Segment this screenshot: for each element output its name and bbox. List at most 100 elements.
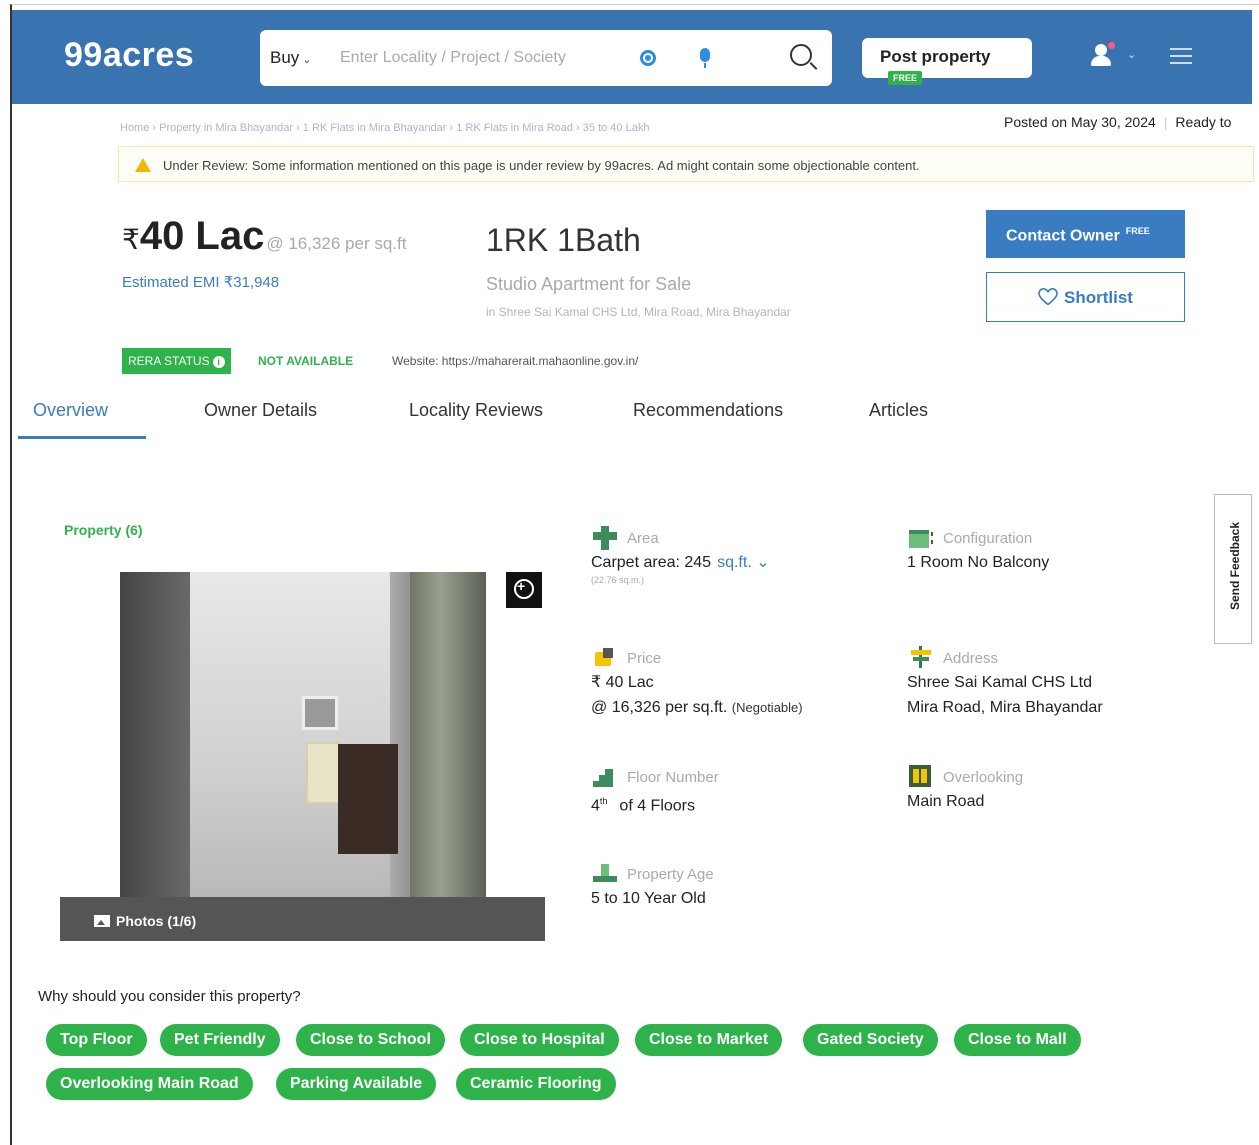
address-label: Address bbox=[943, 650, 999, 667]
property-age-value: 5 to 10 Year Old bbox=[591, 890, 706, 907]
rera-status: NOT AVAILABLE bbox=[258, 354, 354, 368]
info-icon[interactable]: i bbox=[212, 356, 225, 368]
rera-website[interactable]: Website: https://maharerait.mahaonline.g… bbox=[392, 354, 638, 368]
property-photo-count[interactable]: Property (6) bbox=[64, 522, 143, 538]
address-line2: Mira Road, Mira Bhayandar bbox=[907, 699, 1103, 716]
floor-icon bbox=[593, 769, 613, 787]
highlight-chip: Close to School bbox=[296, 1024, 445, 1056]
breadcrumb[interactable]: Home › Property in Mira Bhayandar › 1 RK… bbox=[120, 122, 649, 134]
highlight-chip: Pet Friendly bbox=[160, 1024, 280, 1056]
shortlist-button[interactable]: Shortlist bbox=[986, 272, 1185, 322]
area-value: Carpet area: 245 sq.ft. ⌄ bbox=[591, 550, 770, 575]
detail-overlooking: Overlooking Main Road bbox=[907, 765, 1024, 814]
configuration-title: 1RK 1Bath bbox=[486, 222, 641, 258]
contact-owner-button[interactable]: Contact Owner FREE bbox=[986, 210, 1185, 258]
chevron-down-icon: ⌄ bbox=[302, 54, 312, 66]
price-value: 40 Lac bbox=[139, 214, 265, 258]
post-property-button[interactable]: Post property FREE bbox=[862, 38, 1032, 85]
warning-icon bbox=[135, 158, 151, 172]
image-icon bbox=[94, 915, 110, 927]
highlight-chip: Parking Available bbox=[276, 1068, 437, 1100]
area-unit: sq.ft. bbox=[717, 554, 752, 571]
tab-overview[interactable]: Overview bbox=[33, 400, 108, 421]
detail-floor: Floor Number 4th of 4 Floors bbox=[591, 769, 719, 818]
rera-label: RERA STATUS bbox=[128, 354, 210, 368]
area-unit-dropdown[interactable]: sq.ft. ⌄ bbox=[717, 554, 770, 571]
top-header: 99acres Buy⌄ Post propertyFREE ⌄ bbox=[12, 10, 1252, 104]
detail-property-age: Property Age 5 to 10 Year Old bbox=[591, 864, 714, 911]
window-icon bbox=[909, 765, 931, 787]
price-block: ₹40 Lac @ 16,326 per sq.ft bbox=[122, 214, 406, 259]
tab-owner-details[interactable]: Owner Details bbox=[204, 400, 317, 421]
highlight-chip: Ceramic Flooring bbox=[456, 1068, 616, 1100]
notification-dot-icon bbox=[1108, 42, 1115, 49]
posted-date: Posted on May 30, 2024 bbox=[1004, 114, 1156, 130]
detail-price: Price ₹ 40 Lac @ 16,326 per sq.ft. (Nego… bbox=[591, 648, 803, 720]
configuration-label: Configuration bbox=[943, 530, 1033, 547]
active-tab-indicator bbox=[18, 436, 146, 439]
overlooking-value: Main Road bbox=[907, 793, 985, 810]
highlight-chip: Gated Society bbox=[803, 1024, 938, 1056]
tab-recommendations[interactable]: Recommendations bbox=[633, 400, 783, 421]
location-icon[interactable] bbox=[640, 50, 656, 66]
free-badge: FREE bbox=[888, 70, 923, 85]
photos-caption: Photos (1/6) bbox=[94, 913, 196, 929]
photos-label: Photos (1/6) bbox=[116, 913, 197, 929]
floor-label: Floor Number bbox=[627, 769, 719, 786]
photos-bar[interactable]: Photos (1/6) bbox=[60, 897, 545, 941]
address-line1: Shree Sai Kamal CHS Ltd bbox=[907, 674, 1092, 691]
price-detail-value: ₹ 40 Lac bbox=[591, 674, 654, 691]
highlight-chip: Top Floor bbox=[46, 1024, 147, 1056]
user-chevron-icon[interactable]: ⌄ bbox=[1127, 48, 1136, 61]
search-icon[interactable] bbox=[790, 44, 812, 66]
overlooking-label: Overlooking bbox=[943, 769, 1024, 786]
price-detail-psf: @ 16,326 per sq.ft. (Negotiable) bbox=[591, 695, 803, 720]
price-psf: @ 16,326 per sq.ft. bbox=[591, 699, 728, 716]
highlights-title: Why should you consider this property? bbox=[38, 988, 301, 1005]
zoom-in-icon[interactable] bbox=[506, 572, 542, 608]
area-label: Area bbox=[627, 530, 659, 547]
send-feedback-tab[interactable]: Send Feedback bbox=[1214, 494, 1252, 644]
posted-info: Posted on May 30, 2024 | Ready to bbox=[1004, 114, 1232, 130]
price-per-sqft: @ 16,326 per sq.ft bbox=[266, 234, 407, 253]
configuration-icon bbox=[909, 530, 933, 548]
rupee-symbol: ₹ bbox=[122, 224, 140, 255]
highlight-chip: Close to Mall bbox=[954, 1024, 1081, 1056]
review-text: Some information mentioned on this page … bbox=[251, 158, 920, 173]
configuration-value: 1 Room No Balcony bbox=[907, 554, 1050, 571]
floor-total: of 4 Floors bbox=[619, 797, 696, 815]
logo[interactable]: 99acres bbox=[64, 36, 194, 75]
detail-area: Area Carpet area: 245 sq.ft. ⌄ (22.76 sq.… bbox=[591, 526, 770, 585]
buy-label: Buy bbox=[270, 48, 300, 67]
floor-suffix: th bbox=[599, 796, 608, 806]
estimated-emi-link[interactable]: Estimated EMI ₹31,948 bbox=[122, 273, 279, 291]
highlight-chip: Close to Hospital bbox=[460, 1024, 619, 1056]
rera-badge[interactable]: RERA STATUS i bbox=[122, 348, 231, 374]
search-input[interactable] bbox=[340, 44, 630, 72]
price-label: Price bbox=[627, 650, 662, 667]
rera-and-tabs: RERA STATUS i NOT AVAILABLE Website: http… bbox=[18, 344, 938, 448]
review-title: Under Review: bbox=[163, 158, 249, 173]
tab-articles[interactable]: Articles bbox=[869, 400, 928, 421]
detail-configuration: Configuration 1 Room No Balcony bbox=[907, 530, 1049, 575]
property-type: Studio Apartment for Sale bbox=[486, 274, 692, 294]
buy-dropdown[interactable]: Buy ⌄ bbox=[270, 48, 312, 68]
property-age-label: Property Age bbox=[627, 866, 714, 883]
user-icon[interactable] bbox=[1090, 42, 1115, 68]
search-bar: Buy ⌄ bbox=[260, 30, 832, 86]
contact-owner-label: Contact Owner bbox=[1006, 227, 1120, 245]
highlight-chip: Close to Market bbox=[635, 1024, 783, 1056]
highlight-chip: Overlooking Main Road bbox=[46, 1068, 253, 1100]
floor-value: 4th of 4 Floors bbox=[591, 789, 719, 818]
price-tag-icon bbox=[595, 648, 613, 666]
negotiable-note: (Negotiable) bbox=[731, 700, 803, 715]
property-location: in Shree Sai Kamal CHS Ltd, Mira Road, M… bbox=[486, 305, 791, 319]
microphone-icon[interactable] bbox=[700, 48, 710, 68]
hamburger-menu-icon[interactable] bbox=[1170, 48, 1192, 69]
signpost-icon bbox=[911, 646, 931, 668]
property-photo[interactable] bbox=[120, 572, 486, 900]
contact-free-badge: FREE bbox=[1125, 226, 1150, 236]
detail-address: Address Shree Sai Kamal CHS Ltd Mira Roa… bbox=[907, 646, 1103, 720]
area-sqm: (22.76 sq.m.) bbox=[591, 575, 645, 585]
tab-locality-reviews[interactable]: Locality Reviews bbox=[409, 400, 543, 421]
